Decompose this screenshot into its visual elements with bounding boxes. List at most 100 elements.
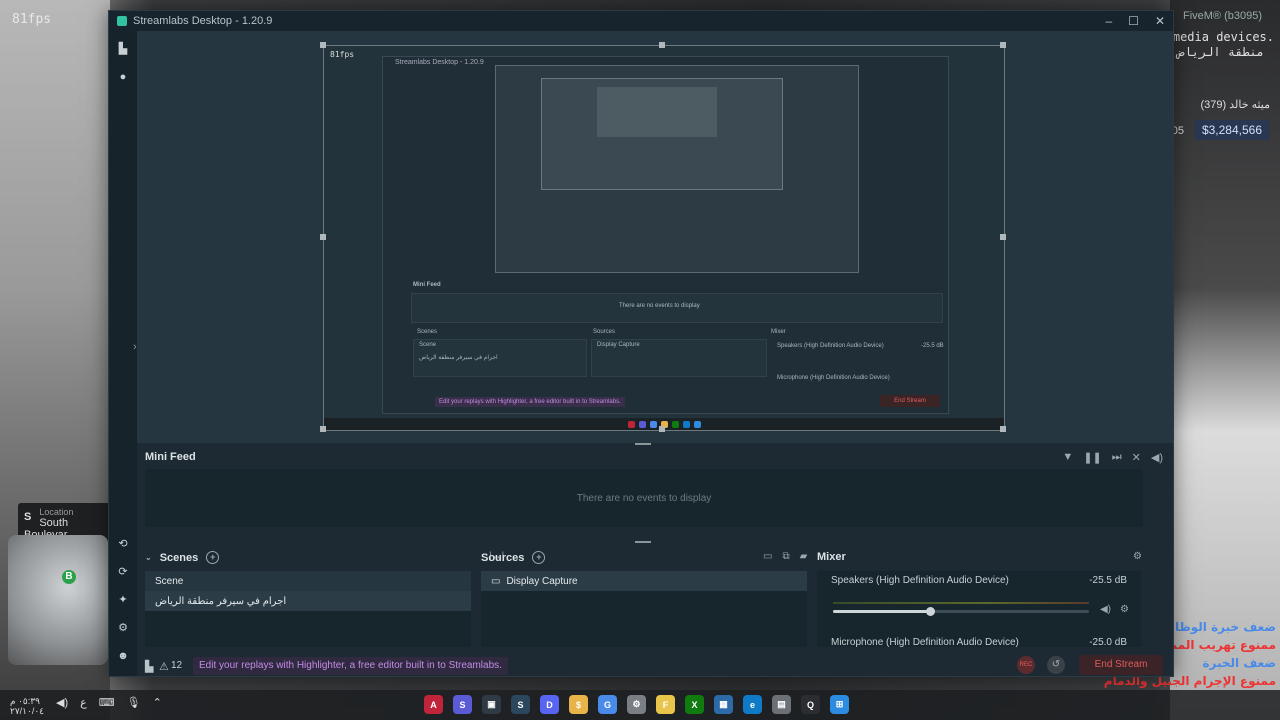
preview-mixer: Mixer xyxy=(771,329,786,335)
preview-nested-2 xyxy=(541,78,783,190)
windows-taskbar: ٠٥:٣٩ م ٢٧/١٠/٠٤ ◀) ع ⌨ 🎙︎ ⌃ A S ▣ S D $ G ⚙ F X ▦… xyxy=(0,690,1280,720)
volume-icon[interactable]: ◀) xyxy=(1151,451,1163,464)
resize-handle-tc[interactable] xyxy=(659,42,665,48)
add-scene-button[interactable]: + xyxy=(206,551,220,564)
acrobat-icon[interactable]: A xyxy=(424,695,443,714)
photos-icon[interactable]: ▦ xyxy=(714,695,733,714)
edge-icon[interactable]: e xyxy=(743,695,762,714)
monitor-icon: ▭ xyxy=(491,575,501,587)
keyboard-icon[interactable]: ⌨ xyxy=(99,696,115,716)
settings-icon[interactable]: ⚙ xyxy=(117,622,129,634)
red-line-1: ضعف خبرة الوظائف xyxy=(1156,620,1276,634)
speakers-volume-fill xyxy=(833,610,931,613)
discord-purple-icon[interactable]: S xyxy=(453,695,472,714)
scenes-title: Scenes xyxy=(159,551,199,564)
steam-icon[interactable]: S xyxy=(511,695,530,714)
player-line: ميثه خالد (379) xyxy=(1200,99,1270,111)
scenes-chevron-icon[interactable]: ⌄ xyxy=(145,553,152,562)
source-display-icon[interactable]: ▭ xyxy=(763,551,772,562)
source-group-icon[interactable]: ⧉ xyxy=(782,551,789,562)
titlebar: Streamlabs Desktop - 1.20.9 – ☐ ✕ xyxy=(109,11,1173,31)
editor-icon[interactable]: ▙ xyxy=(117,43,129,55)
resize-handle-tl[interactable] xyxy=(320,42,326,48)
source-label: Display Capture xyxy=(506,575,578,587)
record-icon[interactable]: ● xyxy=(117,71,129,83)
speakers-volume-slider[interactable] xyxy=(833,607,1089,616)
sparkle-icon[interactable]: ✦ xyxy=(117,594,129,606)
add-source-button[interactable]: + xyxy=(532,551,546,564)
filter-icon[interactable]: ▼ xyxy=(1062,451,1073,464)
language-indicator[interactable]: ع xyxy=(80,696,87,716)
scene-item[interactable]: اجرام في سيرفر منطقة الرياض xyxy=(145,591,471,611)
chrome-icon[interactable]: G xyxy=(598,695,617,714)
speakers-volume-knob[interactable] xyxy=(926,607,936,616)
speakers-settings-icon[interactable]: ⚙ xyxy=(1120,604,1129,615)
resize-handle-tr[interactable] xyxy=(1000,42,1006,48)
feed-resize-grip[interactable] xyxy=(635,541,651,543)
streamlabs-logo-icon xyxy=(117,16,127,26)
mixer-header: Mixer xyxy=(817,551,846,563)
store-icon[interactable]: ▤ xyxy=(772,695,791,714)
preview-nested-1 xyxy=(495,65,859,273)
clock[interactable]: ٠٥:٣٩ م ٢٧/١٠/٠٤ xyxy=(10,696,44,716)
record-button[interactable]: REC xyxy=(1017,656,1035,674)
speakers-mute-icon[interactable]: ◀) xyxy=(1100,604,1111,615)
minifeed-empty: There are no events to display xyxy=(576,493,712,504)
discord-icon[interactable]: D xyxy=(540,695,559,714)
highlighter-icon[interactable]: ⟲ xyxy=(117,538,129,550)
scene-item[interactable]: Scene xyxy=(145,571,471,591)
sources-tools: ▭ ⧉ ▰ xyxy=(763,551,807,562)
settings-icon[interactable]: ⚙ xyxy=(627,695,646,714)
resize-handle-mr[interactable] xyxy=(1000,234,1006,240)
search-icon[interactable]: Q xyxy=(801,695,820,714)
speaker-icon[interactable]: ◀) xyxy=(56,696,68,716)
clock-time: ٠٥:٣٩ م xyxy=(10,696,40,706)
stream-preview[interactable]: 81fps Streamlabs Desktop - 1.20.9 Mini F… xyxy=(323,45,1005,431)
region-text: منطقة الرياض xyxy=(1177,45,1264,59)
resize-handle-br[interactable] xyxy=(1000,426,1006,432)
speakers-db: -25.5 dB xyxy=(1089,575,1127,586)
performance-icon[interactable]: ▙ xyxy=(145,660,153,673)
editor-resize-grip[interactable] xyxy=(635,443,651,445)
end-stream-button[interactable]: End Stream xyxy=(1079,655,1163,675)
media-devices-text: s media devices. xyxy=(1158,30,1274,44)
collapse-chevron-icon[interactable]: › xyxy=(133,341,137,353)
resize-handle-bl[interactable] xyxy=(320,426,326,432)
mixer-settings-icon[interactable]: ⚙ xyxy=(1133,551,1142,562)
files-icon[interactable]: F xyxy=(656,695,675,714)
widget-icon[interactable]: ⟳ xyxy=(117,566,129,578)
red-line-2: ممنوع تهريب الممنو xyxy=(1157,638,1276,652)
mixer-tools: ⚙ xyxy=(1133,551,1142,562)
minimize-button[interactable]: – xyxy=(1105,14,1112,28)
close-button[interactable]: ✕ xyxy=(1155,14,1165,28)
fivem-version: FiveM® (b3095) xyxy=(1182,10,1262,22)
resize-handle-ml[interactable] xyxy=(320,234,326,240)
skip-icon[interactable]: ⏭ xyxy=(1112,451,1122,464)
pause-icon[interactable]: ❚❚ xyxy=(1083,451,1101,464)
streamlabs-window: Streamlabs Desktop - 1.20.9 – ☐ ✕ ▙ ● ⟲ … xyxy=(108,10,1174,677)
taskbar-apps: A S ▣ S D $ G ⚙ F X ▦ e ▤ Q ⊞ xyxy=(424,695,849,714)
preview-sources: Sources xyxy=(593,329,616,335)
source-folder-icon[interactable]: ▰ xyxy=(800,551,808,562)
coin-icon[interactable]: $ xyxy=(569,695,588,714)
source-item[interactable]: ▭ Display Capture xyxy=(481,571,807,591)
maximize-button[interactable]: ☐ xyxy=(1128,14,1139,28)
notification-icon[interactable]: ⚠ xyxy=(159,660,169,673)
start-icon[interactable]: ⊞ xyxy=(830,695,849,714)
chevron-up-icon[interactable]: ⌃ xyxy=(153,696,162,716)
microphone-icon[interactable]: 🎙︎ xyxy=(127,696,141,716)
resize-handle-bc[interactable] xyxy=(659,426,665,432)
highlighter-banner[interactable]: Edit your replays with Highlighter, a fr… xyxy=(193,657,508,675)
mini-feed: Mini Feed ▼ ❚❚ ⏭ ✕ ◀) There are no event… xyxy=(137,451,1173,537)
clock-date: ٢٧/١٠/٠٤ xyxy=(10,706,45,716)
preview-source-item: Display Capture xyxy=(597,342,640,348)
xbox-icon[interactable]: X xyxy=(685,695,704,714)
footer-bar: ▙ ⚠ 12 Edit your replays with Highlighte… xyxy=(137,655,1173,676)
user-icon[interactable]: ☻ xyxy=(117,650,129,662)
mute-alerts-icon[interactable]: ✕ xyxy=(1132,451,1141,464)
preview-banner: Edit your replays with Highlighter, a fr… xyxy=(435,397,625,407)
replay-buffer-button[interactable]: ↺ xyxy=(1047,656,1065,674)
preview-microphone: Microphone (High Definition Audio Device… xyxy=(777,375,890,381)
mixer-title: Mixer xyxy=(817,551,846,563)
streamlabs-icon[interactable]: ▣ xyxy=(482,695,501,714)
